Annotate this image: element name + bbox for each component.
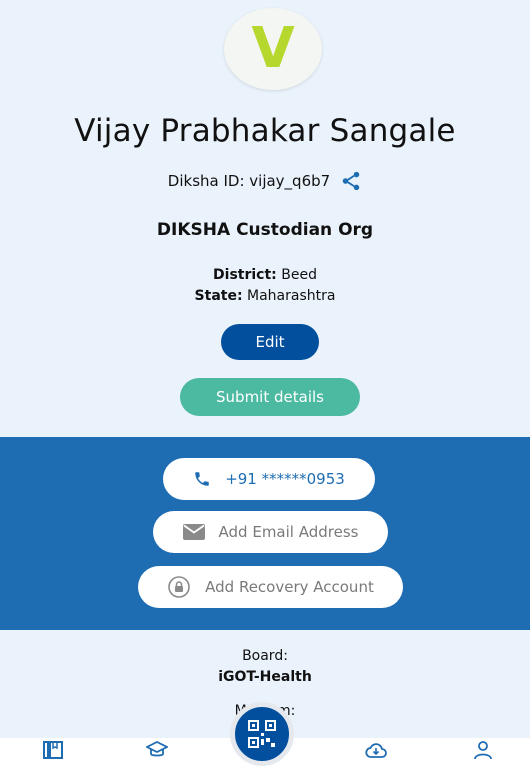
district-line: District: Beed — [0, 265, 530, 286]
submit-details-button[interactable]: Submit details — [180, 378, 360, 416]
mail-icon — [182, 524, 205, 540]
library-icon[interactable] — [42, 740, 64, 760]
qr-scan-button[interactable] — [230, 702, 294, 766]
share-icon[interactable] — [340, 170, 362, 192]
state-value: Maharashtra — [247, 288, 336, 304]
email-placeholder: Add Email Address — [218, 523, 359, 541]
org-name: DIKSHA Custodian Org — [156, 220, 374, 240]
board-label: Board: — [242, 648, 288, 664]
avatar-letter: V — [251, 16, 295, 81]
board-value: iGOT-Health — [218, 669, 312, 685]
recovery-placeholder: Add Recovery Account — [205, 578, 374, 596]
diksha-id-text: Diksha ID: vijay_q6b7 — [167, 172, 331, 190]
add-recovery-field[interactable]: Add Recovery Account — [138, 566, 403, 608]
user-name: Vijay Prabhakar Sangale — [74, 113, 456, 149]
district-value: Beed — [281, 267, 317, 283]
location-block: District: Beed State: Maharashtra — [0, 265, 530, 307]
state-label: State: — [194, 288, 243, 304]
edit-button[interactable]: Edit — [221, 324, 319, 360]
phone-field[interactable]: +91 ******0953 — [163, 458, 375, 500]
phone-icon — [195, 472, 209, 486]
phone-number: +91 ******0953 — [225, 470, 345, 488]
qr-scan-icon — [248, 720, 276, 748]
state-line: State: Maharashtra — [0, 286, 530, 307]
profile-icon[interactable] — [472, 740, 494, 760]
add-email-field[interactable]: Add Email Address — [153, 511, 388, 553]
diksha-id-row: Diksha ID: vijay_q6b7 — [0, 170, 530, 192]
courses-icon[interactable] — [146, 740, 168, 760]
recovery-lock-icon — [168, 576, 190, 598]
downloads-icon[interactable] — [365, 740, 387, 760]
district-label: District: — [213, 267, 277, 283]
avatar: V — [224, 8, 322, 90]
